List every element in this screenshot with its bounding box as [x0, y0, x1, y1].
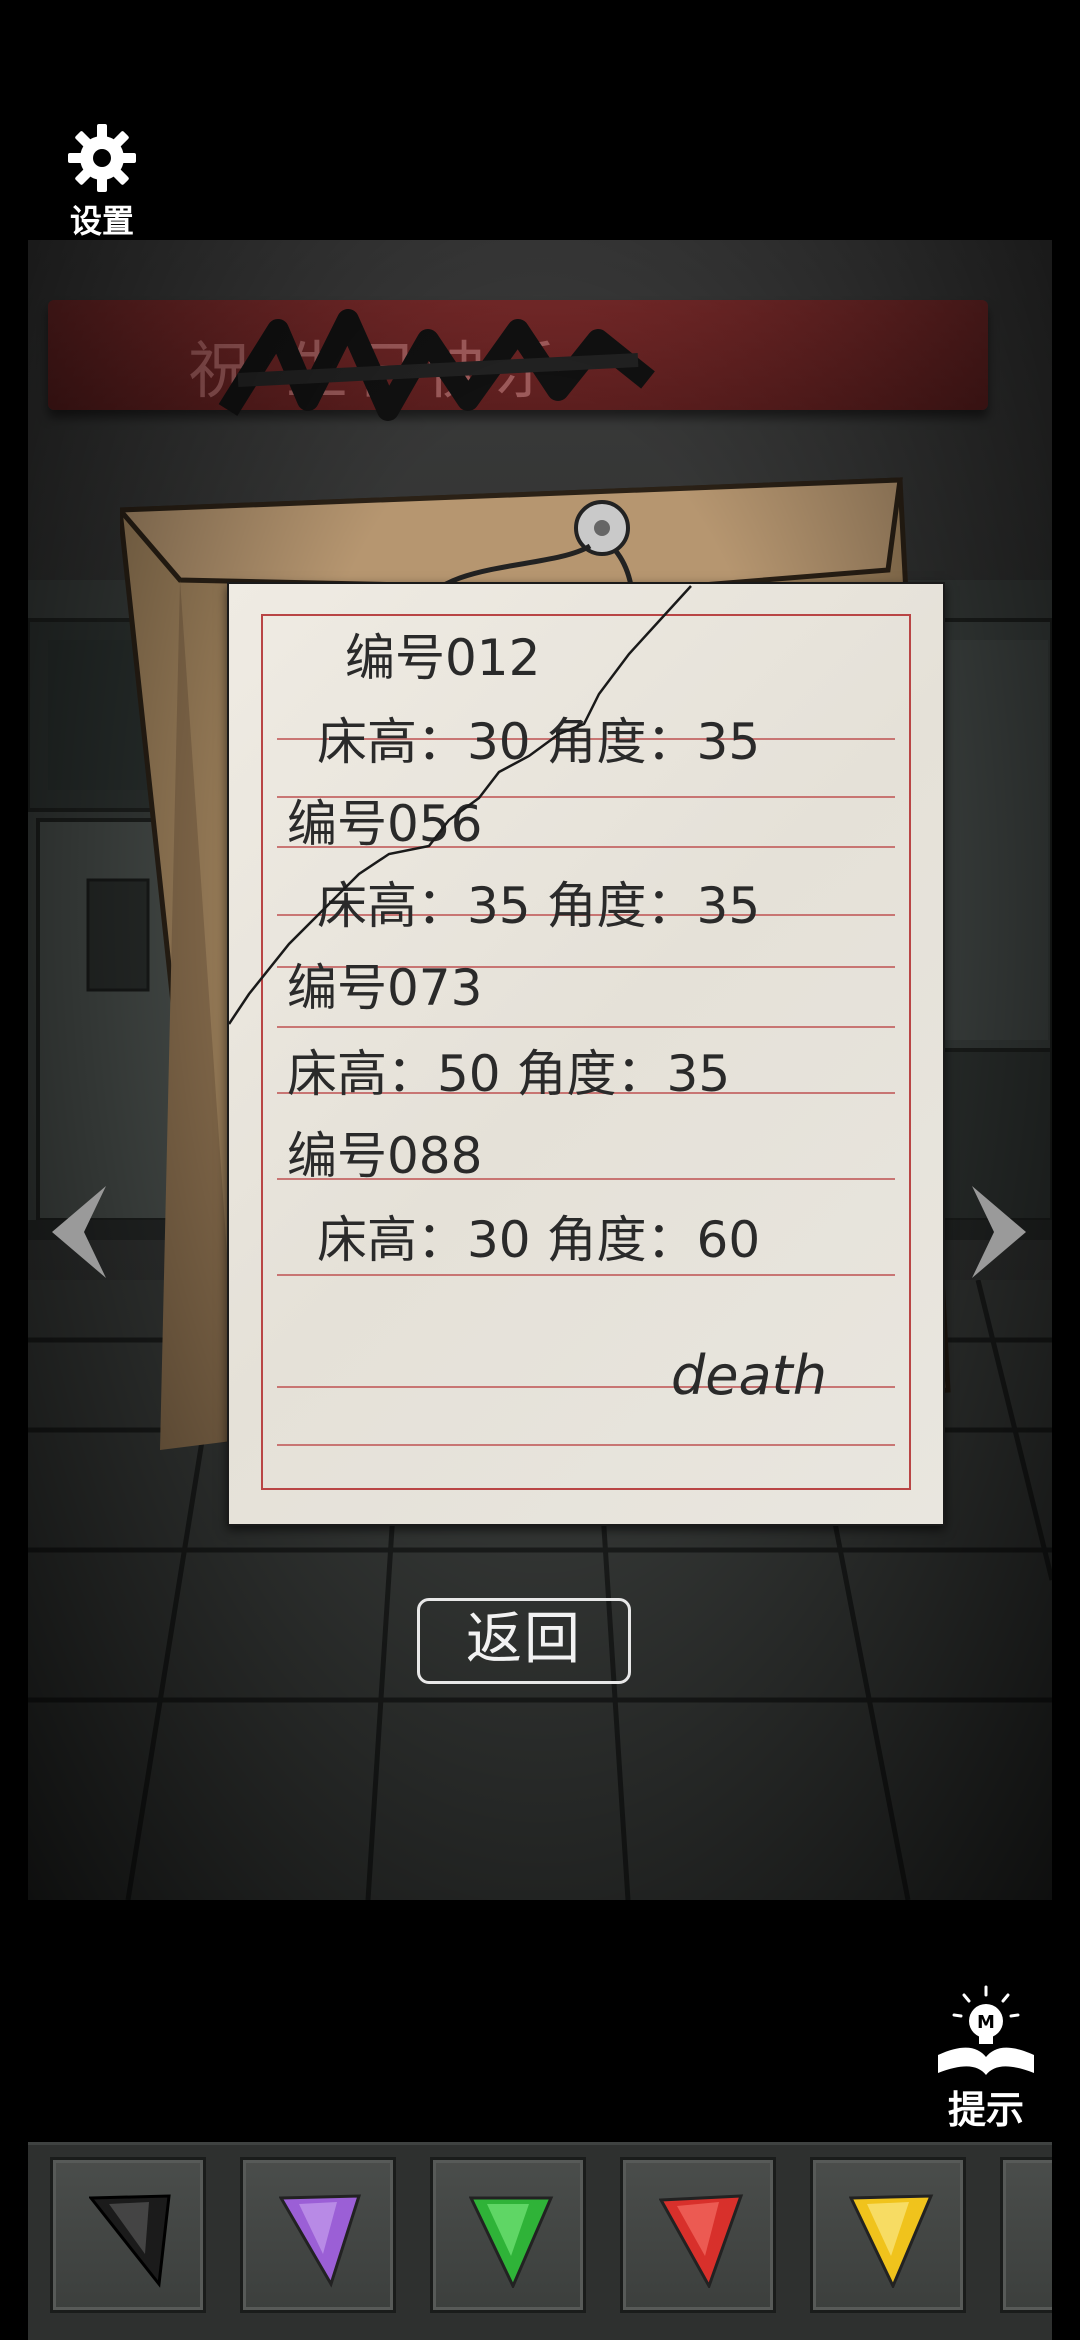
inventory-slot[interactable]	[430, 2157, 586, 2313]
yellow-flag-icon	[849, 2194, 934, 2288]
red-flag-icon	[659, 2194, 744, 2288]
settings-button[interactable]: 设置	[54, 122, 150, 242]
green-flag-icon	[469, 2196, 554, 2288]
hint-label: 提示	[947, 2088, 1024, 2132]
birthday-banner: 祝 生日快乐	[48, 300, 988, 421]
hint-button[interactable]: M 提示	[934, 1985, 1038, 2132]
purple-flag-icon	[279, 2194, 362, 2288]
inventory-slot-partial[interactable]	[1000, 2157, 1052, 2313]
note-paper: 编号012 床高：30 角度：35 编号056 床高：35 角度：35 编号07…	[227, 582, 945, 1526]
paper-crack	[229, 585, 692, 1025]
back-button[interactable]: 返回	[417, 1598, 631, 1684]
chevron-right-icon[interactable]	[970, 1182, 1030, 1282]
inventory-bar	[28, 2142, 1052, 2340]
chevron-left-icon[interactable]	[48, 1182, 108, 1282]
settings-label: 设置	[69, 202, 134, 240]
game-screen: 祝 生日快乐 设置 编号012 床高：30 角度：35 编号056 床高：35 …	[0, 0, 1080, 2340]
inventory-slot[interactable]	[50, 2157, 206, 2313]
black-flag-icon	[89, 2194, 171, 2288]
lightbulb-book-icon: M	[938, 1985, 1034, 2075]
inventory-slot[interactable]	[620, 2157, 776, 2313]
svg-text:M: M	[977, 2012, 995, 2033]
scribble-mark	[218, 309, 655, 421]
gear-icon	[68, 124, 136, 192]
inventory-slot[interactable]	[810, 2157, 966, 2313]
inventory-slot[interactable]	[240, 2157, 396, 2313]
